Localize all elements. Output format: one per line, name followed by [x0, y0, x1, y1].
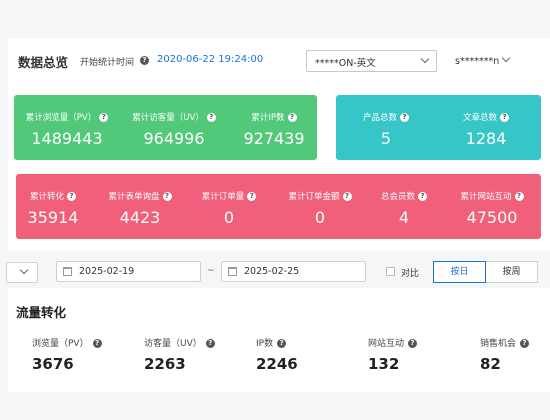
stat-value: 1284 [465, 129, 507, 148]
metric-value: 3676 [32, 355, 74, 373]
stat-product-count: 产品总数? 5 [350, 111, 422, 148]
metric-label: 浏览量（PV） [32, 339, 89, 349]
help-icon[interactable]: ? [277, 339, 287, 348]
help-icon[interactable]: ? [206, 113, 216, 122]
stat-total-uv: 累计访客量（UV）? 964996 [128, 111, 220, 148]
stat-label: 累计表单询盘 [108, 192, 160, 202]
help-icon[interactable]: ? [418, 192, 427, 201]
stat-total-pv: 累计浏览量（PV）? 1489443 [22, 111, 112, 148]
stat-value: 964996 [143, 129, 205, 148]
stat-value: 0 [223, 208, 235, 227]
range-preset-select[interactable] [6, 262, 38, 283]
metric-label: 访客量（UV） [144, 339, 202, 349]
help-icon[interactable]: ? [287, 113, 297, 122]
help-icon[interactable]: ? [205, 339, 215, 348]
stat-label: 累计IP数 [251, 113, 285, 123]
help-icon[interactable]: ? [247, 192, 257, 201]
metric-value: 132 [368, 355, 400, 373]
stat-total-interactions: 累计网站互动? 47500 [452, 190, 532, 227]
end-date-input[interactable]: 2025-02-25 [221, 261, 366, 282]
stat-article-count: 文章总数? 1284 [450, 111, 522, 148]
help-icon[interactable]: ? [67, 192, 76, 201]
metric-value: 2246 [256, 355, 298, 373]
compare-label: 对比 [401, 269, 420, 279]
stat-label: 累计网站互动 [460, 192, 512, 202]
help-icon[interactable]: ? [92, 339, 102, 348]
stat-label: 累计浏览量（PV） [25, 113, 97, 123]
chevron-down-icon [420, 54, 430, 64]
help-icon[interactable]: ? [162, 192, 172, 201]
stat-value: 0 [314, 208, 326, 227]
site-select-value: *****ON-英文 [315, 58, 376, 69]
help-icon[interactable]: ? [400, 113, 409, 122]
help-icon[interactable]: ? [140, 56, 149, 65]
content-totals-card: 产品总数? 5 文章总数? 1284 [336, 95, 541, 160]
stat-value: 4 [398, 208, 410, 227]
help-icon[interactable]: ? [500, 113, 509, 122]
metric-interactions: 网站互动? 132 [368, 336, 418, 373]
metric-ip: IP数? 2246 [256, 336, 298, 373]
stat-total-conversion: 累计转化? 35914 [22, 190, 84, 227]
start-date-input[interactable]: 2025-02-19 [56, 261, 201, 282]
calendar-icon [63, 267, 72, 276]
metric-pv: 浏览量（PV）? 3676 [32, 336, 102, 373]
stat-label: 产品总数 [362, 113, 397, 123]
stat-total-ip: 累计IP数? 927439 [238, 111, 310, 148]
stat-label: 总会员数 [380, 192, 415, 202]
metric-value: 82 [480, 355, 501, 373]
start-date-value: 2025-02-19 [79, 266, 135, 277]
start-time-value: 2020-06-22 19:24:00 [157, 54, 264, 65]
stat-value: 47500 [466, 208, 518, 227]
calendar-icon [228, 267, 237, 276]
cumulative-traffic-card: 累计浏览量（PV）? 1489443 累计访客量（UV）? 964996 累计I… [14, 95, 317, 160]
date-range-separator: ~ [207, 266, 215, 276]
compare-checkbox[interactable] [386, 267, 395, 276]
stat-total-inquiries: 累计表单询盘? 4423 [102, 190, 178, 227]
start-time-label: 开始统计时间 [80, 58, 135, 68]
help-icon[interactable]: ? [408, 339, 418, 348]
stat-label: 累计转化 [29, 192, 64, 202]
stat-total-order-amount: 累计订单金额? 0 [280, 190, 360, 227]
section-title: 流量转化 [16, 305, 67, 320]
stat-value: 35914 [27, 208, 79, 227]
metric-label: IP数 [256, 339, 274, 349]
stat-value: 5 [380, 129, 392, 148]
help-icon[interactable]: ? [520, 339, 530, 348]
stat-total-orders: 累计订单量? 0 [194, 190, 264, 227]
end-date-value: 2025-02-25 [244, 266, 300, 277]
metric-value: 2263 [144, 355, 186, 373]
help-icon[interactable]: ? [514, 192, 524, 201]
help-icon[interactable]: ? [99, 113, 109, 122]
metric-uv: 访客量（UV）? 2263 [144, 336, 215, 373]
stat-total-members: 总会员数? 4 [368, 190, 440, 227]
site-select[interactable]: *****ON-英文 [306, 50, 437, 72]
user-menu[interactable]: s*******n [455, 56, 499, 67]
by-day-button[interactable]: 按日 [433, 261, 486, 283]
help-icon[interactable]: ? [342, 192, 352, 201]
stat-value: 1489443 [31, 129, 103, 148]
page-title: 数据总览 [18, 55, 69, 70]
stat-value: 927439 [243, 129, 305, 148]
conversion-card: 累计转化? 35914 累计表单询盘? 4423 累计订单量? 0 累计订单金额… [16, 174, 541, 239]
metric-label: 网站互动 [368, 339, 405, 349]
stat-label: 累计访客量（UV） [132, 113, 204, 123]
stat-label: 文章总数 [462, 113, 497, 123]
stat-value: 4423 [119, 208, 161, 227]
stat-label: 累计订单量 [201, 192, 245, 202]
metric-label: 销售机会 [480, 339, 517, 349]
metric-sales-opportunities: 销售机会? 82 [480, 336, 530, 373]
chevron-down-icon [19, 265, 29, 275]
by-week-button[interactable]: 按周 [486, 261, 538, 283]
stat-label: 累计订单金额 [288, 192, 340, 202]
